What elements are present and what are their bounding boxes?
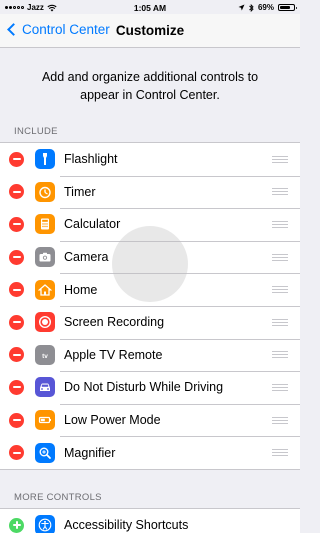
remove-button[interactable] [9,151,24,167]
reorder-handle-icon[interactable] [272,155,288,163]
section-header-include: INCLUDE [14,126,58,137]
remove-button[interactable] [9,314,24,330]
row-separator [60,403,300,405]
list-item[interactable]: Low Power Mode [0,403,300,437]
remove-button[interactable] [9,445,24,461]
row-separator [60,305,300,307]
apple-tv-icon: tv [35,344,55,365]
list-item-label: Do Not Disturb While Driving [64,380,224,395]
reorder-handle-icon[interactable] [272,449,288,457]
list-item-label: Home [64,282,98,297]
list-item-label: Calculator [64,217,121,232]
list-item-label: Timer [64,184,96,199]
remove-button[interactable] [9,216,24,232]
more-controls-list: Accessibility Shortcuts [0,508,300,533]
reorder-handle-icon[interactable] [272,416,288,424]
accessibility-icon [35,515,55,533]
car-icon [35,377,55,398]
remove-button[interactable] [9,412,24,428]
home-icon [35,279,55,300]
list-item[interactable]: Flashlight [0,143,300,176]
list-item[interactable]: Magnifier [0,436,300,469]
battery-icon [278,4,297,11]
row-separator [60,338,300,340]
svg-text:tv: tv [42,353,48,360]
page-title: Customize [115,23,185,38]
list-item-label: Apple TV Remote [64,347,163,362]
battery-percent: 69% [257,3,274,12]
list-item-label: Screen Recording [64,315,165,330]
reorder-handle-icon[interactable] [272,188,288,196]
status-bar: Jazz 1:05 AM 69% [0,0,300,14]
list-item[interactable]: Screen Recording [0,305,300,339]
flashlight-icon [35,149,55,170]
screen-recording-icon [35,312,55,333]
list-item[interactable]: tv Apple TV Remote [0,338,300,372]
navigation-bar: Control Center Customize [0,14,300,48]
timer-icon [35,181,55,202]
reorder-handle-icon[interactable] [272,351,288,359]
row-separator [60,240,300,242]
remove-button[interactable] [9,347,24,363]
section-header-more-controls: MORE CONTROLS [14,492,102,503]
include-list: Flashlight Timer Calculator Camera Home Scree… [0,142,300,470]
list-item-label: Magnifier [64,445,116,460]
list-item-label: Camera [64,250,109,265]
reorder-handle-icon[interactable] [272,286,288,294]
page-description: Add and organize additional controls to … [41,70,259,102]
list-item[interactable]: Calculator [0,208,300,241]
list-item[interactable]: Accessibility Shortcuts [0,509,300,533]
row-separator [60,208,300,209]
list-item-label: Low Power Mode [64,413,161,428]
calculator-icon [35,214,55,235]
remove-button[interactable] [9,282,24,298]
reorder-handle-icon[interactable] [272,253,288,261]
reorder-handle-icon[interactable] [272,318,288,326]
reorder-handle-icon[interactable] [272,383,288,391]
remove-button[interactable] [9,184,24,200]
list-item[interactable]: Do Not Disturb While Driving [0,371,300,404]
row-separator [60,273,300,274]
row-separator [60,371,300,372]
list-item[interactable]: Home [0,273,300,306]
reorder-handle-icon[interactable] [272,220,288,228]
add-button[interactable] [9,517,24,533]
list-item[interactable]: Camera [0,240,300,274]
remove-button[interactable] [9,249,24,265]
battery-icon [35,410,55,431]
list-item-label: Flashlight [64,152,118,167]
location-icon [238,4,245,11]
camera-icon [35,247,55,268]
magnifier-icon [35,442,55,463]
list-item-label: Accessibility Shortcuts [64,518,189,533]
bluetooth-icon [249,3,254,12]
row-separator [60,175,300,177]
list-item[interactable]: Timer [0,175,300,209]
remove-button[interactable] [9,379,24,395]
row-separator [60,436,300,437]
